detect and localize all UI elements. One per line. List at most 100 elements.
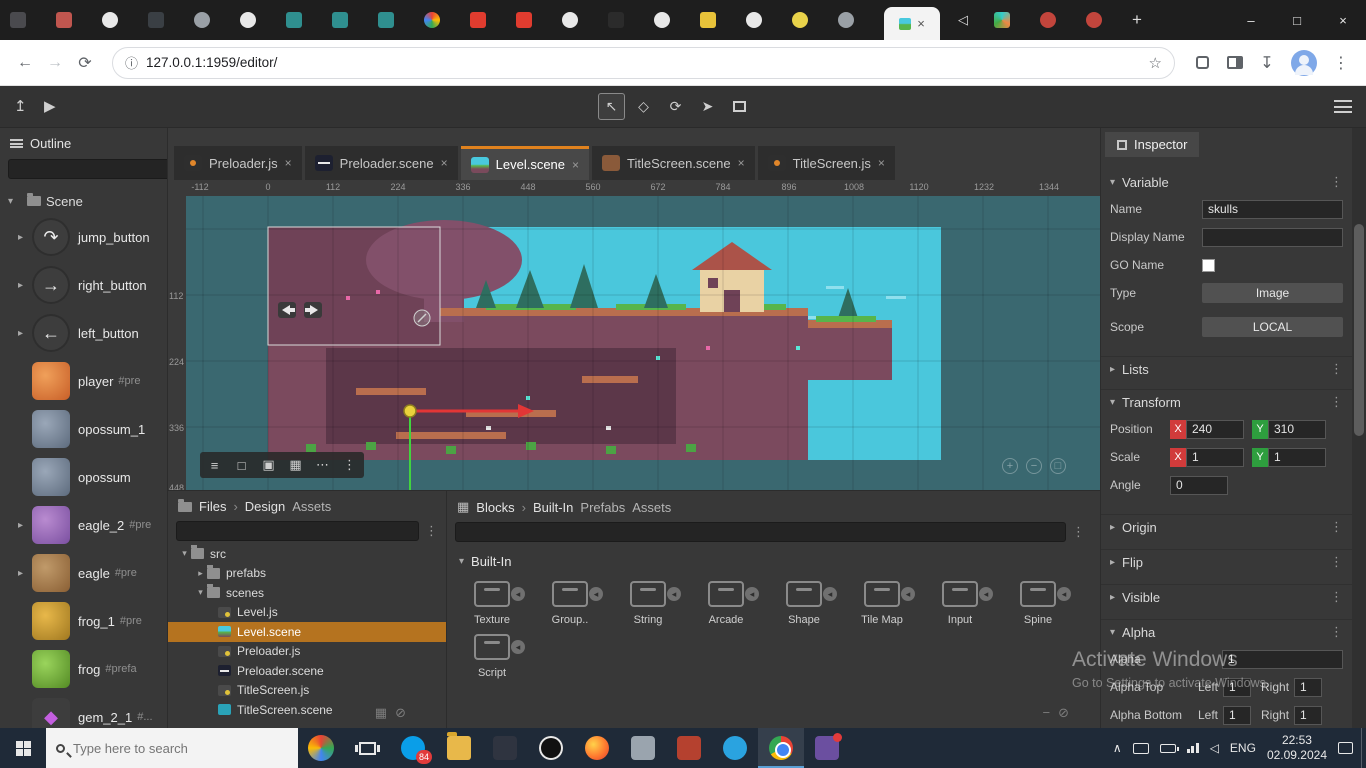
scale-x-input[interactable] — [1186, 448, 1244, 467]
volume-icon[interactable]: ◁ — [1210, 741, 1219, 755]
file-tree-item-prefabs[interactable]: ▸prefabs — [168, 564, 446, 584]
language-indicator[interactable]: ENG — [1230, 741, 1256, 755]
speaker-icon[interactable]: ◁ — [958, 12, 968, 28]
alpha-bottom-right-input[interactable] — [1294, 706, 1322, 725]
outline-item-eagle-2[interactable]: ▸ eagle_2 #pre — [0, 501, 167, 549]
outline-item-opossum-1[interactable]: opossum_1 — [0, 405, 167, 453]
tab-titlescreen-js[interactable]: TitleScreen.js × — [758, 146, 895, 180]
flip-section-header[interactable]: ▸ Flip ⋮ — [1101, 550, 1352, 574]
touch-keyboard-icon[interactable] — [1133, 743, 1149, 754]
section-menu-icon[interactable]: ⋮ — [1330, 174, 1343, 190]
zoom-out-icon[interactable]: − — [1026, 458, 1042, 474]
name-input[interactable] — [1202, 200, 1343, 219]
browser-tab-favicon[interactable] — [994, 12, 1010, 28]
files-search-input[interactable] — [176, 521, 419, 541]
grid-view-icon[interactable]: ▦ — [375, 705, 387, 721]
tab-built-in[interactable]: Built-In — [533, 500, 573, 515]
browser-tab-favicon-github[interactable] — [654, 12, 670, 28]
zoom-reset-icon[interactable]: □ — [1050, 458, 1066, 474]
go-name-checkbox[interactable] — [1202, 259, 1215, 272]
position-x-input[interactable] — [1186, 420, 1244, 439]
select-tool-button[interactable]: ↖ — [598, 93, 625, 120]
caret-icon[interactable]: ▸ — [18, 328, 32, 339]
file-tree-item-titlescreen-js[interactable]: TitleScreen.js — [168, 681, 446, 701]
block-item-input[interactable]: ◂ Input — [925, 577, 995, 626]
taskbar-app-skype[interactable]: 84 — [390, 728, 436, 768]
block-item-string[interactable]: ◂ String — [613, 577, 683, 626]
section-menu-icon[interactable]: ⋮ — [1330, 361, 1343, 377]
browser-tab-favicon[interactable] — [286, 12, 302, 28]
section-menu-icon[interactable]: ⋮ — [1330, 519, 1343, 535]
taskbar-app[interactable] — [482, 728, 528, 768]
browser-tab-favicon[interactable] — [148, 12, 164, 28]
new-tab-button[interactable]: + — [1132, 10, 1142, 30]
caret-icon[interactable]: ▸ — [18, 520, 32, 531]
taskbar-app-bird[interactable] — [298, 728, 344, 768]
section-menu-icon[interactable]: ⋮ — [1330, 624, 1343, 640]
block-item-texture[interactable]: ◂ Texture — [457, 577, 527, 626]
taskbar-search-input[interactable] — [73, 741, 288, 756]
site-info-icon[interactable]: ⓘ — [125, 53, 138, 72]
browser-tab-favicon[interactable] — [838, 12, 854, 28]
scope-button[interactable]: LOCAL — [1202, 317, 1343, 337]
taskbar-app[interactable] — [804, 728, 850, 768]
main-menu-icon[interactable] — [1334, 100, 1352, 113]
frame-tool-icon[interactable]: □ — [229, 454, 254, 476]
browser-tab-favicon[interactable] — [792, 12, 808, 28]
outline-item-player[interactable]: player #pre — [0, 357, 167, 405]
taskbar-app-chrome[interactable] — [758, 728, 804, 768]
inspector-tab[interactable]: Inspector — [1105, 132, 1199, 157]
section-menu-icon[interactable]: ⋮ — [1330, 589, 1343, 605]
browser-tab-favicon[interactable] — [10, 12, 26, 28]
collapse-icon[interactable]: − — [1043, 705, 1051, 721]
close-tab-icon[interactable]: × — [878, 156, 885, 170]
play-button[interactable]: ▶ — [44, 97, 56, 115]
network-icon[interactable] — [1187, 743, 1199, 753]
tab-preloader-scene[interactable]: Preloader.scene × — [305, 146, 458, 180]
alpha-bottom-left-input[interactable] — [1223, 706, 1251, 725]
downloads-icon[interactable]: ↧ — [1252, 53, 1282, 73]
tab-design[interactable]: Design — [245, 499, 285, 514]
browser-tab-favicon-js[interactable] — [700, 12, 716, 28]
side-panel-icon[interactable] — [1227, 56, 1243, 69]
browser-tab-favicon-google[interactable] — [424, 12, 440, 28]
close-tab-icon[interactable]: × — [917, 17, 925, 30]
taskbar-app-telegram[interactable] — [712, 728, 758, 768]
close-window-button[interactable]: × — [1320, 0, 1366, 40]
address-bar[interactable]: ⓘ 127.0.0.1:1959/editor/ ☆ — [112, 47, 1175, 79]
browser-tab-favicon[interactable] — [1086, 12, 1102, 28]
taskbar-search[interactable] — [46, 728, 298, 768]
browser-menu-icon[interactable]: ⋮ — [1326, 53, 1356, 73]
caret-down-icon[interactable]: ▾ — [8, 196, 22, 207]
close-tab-icon[interactable]: × — [441, 156, 448, 170]
more-tools-icon[interactable]: ⋯ — [310, 454, 335, 476]
tab-prefabs[interactable]: Prefabs — [580, 500, 625, 515]
split-view-icon[interactable]: ▣ — [256, 454, 281, 476]
filter-off-icon[interactable]: ⊘ — [1058, 705, 1069, 721]
taskbar-app[interactable] — [620, 728, 666, 768]
scrollbar-thumb[interactable] — [1354, 224, 1364, 436]
file-tree-item-preloader-scene[interactable]: Preloader.scene — [168, 661, 446, 681]
origin-section-header[interactable]: ▸ Origin ⋮ — [1101, 515, 1352, 539]
hidden-icons-chevron[interactable]: ∧ — [1113, 741, 1122, 755]
close-tab-icon[interactable]: × — [738, 156, 745, 170]
lists-section-header[interactable]: ▸ Lists ⋮ — [1101, 357, 1352, 381]
scene-canvas[interactable]: ≡ □ ▣ ▦ ⋯ ⋮ + − □ — [186, 196, 1100, 490]
built-in-section-header[interactable]: ▾ Built-In — [447, 545, 1093, 573]
variable-section-header[interactable]: ▾ Variable ⋮ — [1101, 170, 1352, 194]
outline-item-frog[interactable]: frog #prefa — [0, 645, 167, 693]
outline-root-scene[interactable]: ▾ Scene — [0, 189, 167, 213]
inspector-scrollbar[interactable] — [1352, 128, 1366, 728]
send-tool-button[interactable]: ➤ — [694, 93, 721, 120]
file-tree-item-level-js[interactable]: Level.js — [168, 603, 446, 623]
block-item-shape[interactable]: ◂ Shape — [769, 577, 839, 626]
browser-tab-favicon[interactable] — [56, 12, 72, 28]
file-tree-item-scenes[interactable]: ▾scenes — [168, 583, 446, 603]
browser-tab-favicon-github[interactable] — [746, 12, 762, 28]
minimize-button[interactable]: – — [1228, 0, 1274, 40]
caret-icon[interactable]: ▸ — [18, 280, 32, 291]
outline-item-jump-button[interactable]: ▸ ↷ jump_button — [0, 213, 167, 261]
shape-tool-button[interactable]: ◇ — [630, 93, 657, 120]
block-item-spine[interactable]: ◂ Spine — [1003, 577, 1073, 626]
toolbar-menu-icon[interactable]: ⋮ — [337, 454, 362, 476]
